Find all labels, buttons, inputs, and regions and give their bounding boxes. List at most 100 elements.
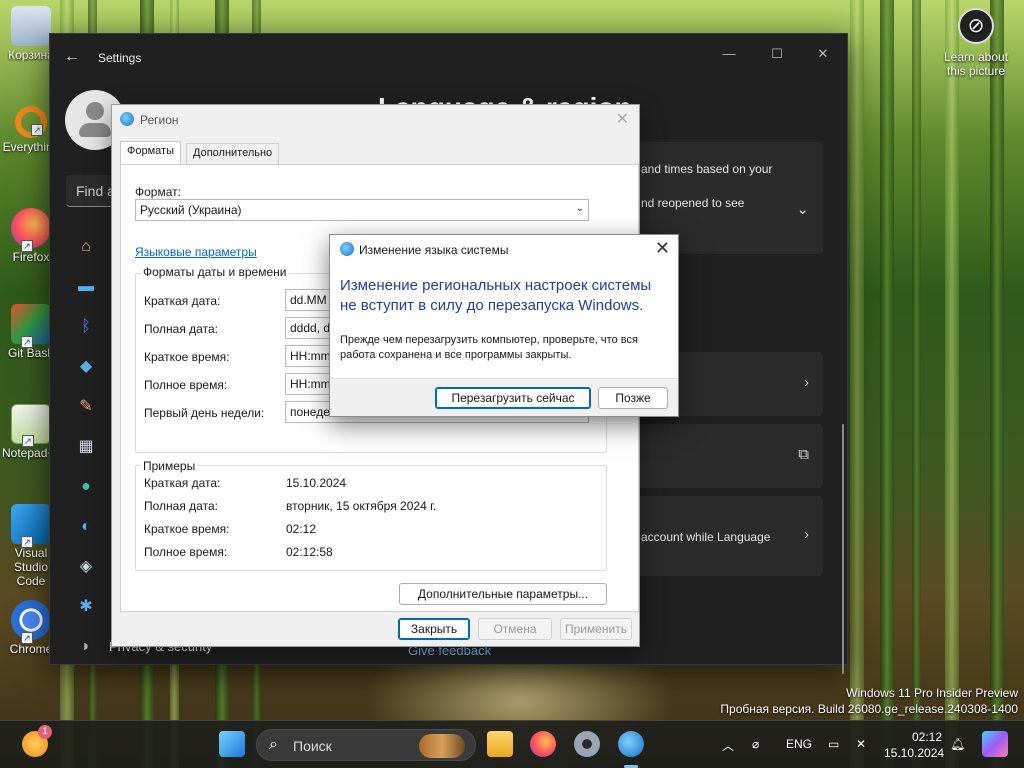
lang-dialog-footer: Перезагрузить сейчас Позже bbox=[330, 378, 678, 416]
format-label: Формат: bbox=[135, 185, 181, 199]
start-windows-icon[interactable] bbox=[219, 731, 245, 757]
search-highlight-image bbox=[419, 734, 465, 758]
bell-icon[interactable]: 🔔︎ bbox=[950, 737, 965, 751]
insider-watermark: Windows 11 Pro Insider Preview Пробная в… bbox=[720, 685, 1018, 717]
file-explorer-icon[interactable] bbox=[487, 731, 513, 757]
format-select[interactable]: Русский (Украина) ⌄ bbox=[135, 199, 589, 221]
notepadpp-icon: ↗ bbox=[11, 404, 51, 447]
long-time-label: Полное время: bbox=[144, 378, 228, 392]
example-short-time-label: Краткое время: bbox=[144, 522, 230, 536]
clock-date: 15.10.2024 bbox=[884, 746, 945, 760]
bluetooth-icon[interactable]: ᛒ bbox=[76, 317, 96, 337]
watermark-line2: Пробная версия. Build 26080.ge_release.2… bbox=[720, 702, 1018, 716]
learn-about-line1: Learn about bbox=[943, 50, 1009, 64]
additional-settings-button[interactable]: Дополнительные параметры... bbox=[399, 583, 607, 605]
taskbar-clock[interactable]: 02:12 15.10.2024 bbox=[884, 729, 945, 761]
chevron-right-icon: › bbox=[804, 374, 809, 391]
tab-formats[interactable]: Форматы bbox=[120, 141, 181, 165]
network-icon[interactable]: ◆ bbox=[76, 357, 96, 377]
copilot-icon[interactable] bbox=[982, 731, 1008, 757]
close-icon[interactable]: ✕ bbox=[801, 40, 845, 68]
settings-titlebar[interactable]: ← Settings — ☐ ✕ bbox=[50, 34, 847, 82]
long-date-label: Полная дата: bbox=[144, 322, 218, 336]
apply-button[interactable]: Применить bbox=[560, 618, 632, 640]
taskbar-search-placeholder: Поиск bbox=[293, 738, 332, 754]
minimize-icon[interactable]: — bbox=[707, 40, 751, 68]
maximize-icon[interactable]: ☐ bbox=[755, 40, 799, 68]
system-icon[interactable]: ▬ bbox=[76, 277, 96, 297]
chevron-down-icon: ⌄ bbox=[575, 203, 584, 214]
examples-title: Примеры bbox=[141, 459, 198, 473]
card-text-account-language: account while Language bbox=[641, 530, 771, 544]
example-short-date-label: Краткая дата: bbox=[144, 476, 221, 490]
cancel-button[interactable]: Отмена bbox=[478, 618, 552, 640]
firefox-icon: ↗ bbox=[11, 208, 51, 252]
short-time-label: Краткое время: bbox=[144, 350, 230, 364]
change-system-language-dialog: Изменение языка системы ✕ Изменение реги… bbox=[329, 234, 679, 417]
accounts-icon[interactable]: ● bbox=[76, 477, 96, 497]
watermark-line1: Windows 11 Pro Insider Preview bbox=[846, 686, 1018, 700]
globe-icon bbox=[340, 242, 354, 256]
firefox-icon[interactable] bbox=[530, 731, 556, 757]
close-button[interactable]: Закрыть bbox=[398, 618, 470, 640]
chevron-up-icon[interactable]: ︿ bbox=[722, 737, 734, 754]
close-icon[interactable]: ✕ bbox=[616, 109, 629, 129]
example-long-date-value: вторник, 15 октября 2024 г. bbox=[286, 499, 437, 513]
card-text-line2: nd reopened to see bbox=[641, 196, 745, 210]
learn-about-picture[interactable]: ⊘ Learn about this picture bbox=[928, 8, 1024, 78]
clock-time: 02:12 bbox=[911, 730, 942, 744]
lang-dialog-body: Прежде чем перезагрузить компьютер, пров… bbox=[340, 334, 638, 361]
chrome-icon: ↗ bbox=[11, 600, 51, 644]
settings-card-4[interactable]: account while Language › bbox=[635, 496, 823, 576]
widgets-icon[interactable]: 1 bbox=[22, 725, 52, 757]
language-settings-link[interactable]: Языковые параметры bbox=[135, 245, 257, 259]
globe-icon bbox=[120, 112, 134, 126]
vscode-icon: ↗ bbox=[11, 504, 51, 548]
sound-muted-icon[interactable]: ✕ bbox=[856, 737, 866, 751]
restart-now-button[interactable]: Перезагрузить сейчас bbox=[435, 387, 591, 409]
external-link-icon: ⧉ bbox=[798, 446, 809, 463]
learn-about-line2: this picture bbox=[946, 64, 1006, 78]
personalization-icon[interactable]: ✎ bbox=[76, 397, 96, 417]
settings-gear-icon[interactable] bbox=[574, 731, 600, 757]
scrollbar[interactable] bbox=[842, 424, 844, 674]
short-date-label: Краткая дата: bbox=[144, 294, 221, 308]
close-icon[interactable]: ✕ bbox=[655, 238, 670, 259]
back-arrow-icon[interactable]: ← bbox=[64, 48, 80, 66]
settings-title: Settings bbox=[98, 51, 142, 65]
card-text-line1: and times based on your bbox=[641, 162, 773, 176]
network-off-icon[interactable]: ⌀ bbox=[752, 737, 759, 751]
git-bash-icon: ↗ bbox=[11, 304, 51, 348]
home-icon[interactable]: ⌂ bbox=[76, 237, 96, 257]
chevron-down-icon[interactable]: ⌄ bbox=[796, 200, 809, 218]
region-dialog-title[interactable]: Регион bbox=[120, 112, 179, 127]
gaming-icon[interactable]: ◈ bbox=[76, 557, 96, 577]
first-day-label: Первый день недели: bbox=[144, 406, 265, 420]
apps-icon[interactable]: ▦ bbox=[76, 437, 96, 457]
search-icon: ⌕ bbox=[269, 736, 278, 753]
taskbar-search[interactable]: ⌕ Поиск bbox=[256, 729, 476, 761]
display-icon[interactable]: ▭ bbox=[828, 737, 839, 751]
taskbar: 1 ⌕ Поиск ︿ ⌀ ENG ▭ ✕ 02:12 15.10.2024 🔔… bbox=[0, 720, 1024, 768]
example-long-time-value: 02:12:58 bbox=[286, 545, 333, 559]
time-language-icon[interactable]: ◐ bbox=[76, 517, 96, 537]
datetime-formats-title: Форматы даты и времени bbox=[141, 265, 289, 279]
accessibility-icon[interactable]: ✱ bbox=[76, 597, 96, 617]
lang-dialog-headline: Изменение региональных настроек системы … bbox=[340, 277, 652, 314]
input-language[interactable]: ENG bbox=[786, 737, 812, 751]
chevron-right-icon: › bbox=[804, 526, 809, 543]
camera-icon: ⊘ bbox=[958, 8, 994, 44]
example-short-time-value: 02:12 bbox=[286, 522, 317, 536]
example-short-date-value: 15.10.2024 bbox=[286, 476, 347, 490]
example-long-time-label: Полное время: bbox=[144, 545, 228, 559]
everything-search-icon: ↗ bbox=[15, 106, 47, 138]
region-globe-icon[interactable] bbox=[618, 731, 644, 757]
recycle-bin-icon bbox=[11, 6, 51, 46]
example-long-date-label: Полная дата: bbox=[144, 499, 218, 513]
lang-dialog-title[interactable]: Изменение языка системы bbox=[340, 242, 508, 257]
later-button[interactable]: Позже bbox=[598, 387, 668, 409]
settings-card-3[interactable]: ⧉ bbox=[635, 424, 823, 488]
privacy-shield-icon[interactable]: ◗ bbox=[76, 637, 96, 657]
notification-badge: 1 bbox=[38, 725, 52, 739]
tab-additional[interactable]: Дополнительно bbox=[186, 143, 280, 165]
